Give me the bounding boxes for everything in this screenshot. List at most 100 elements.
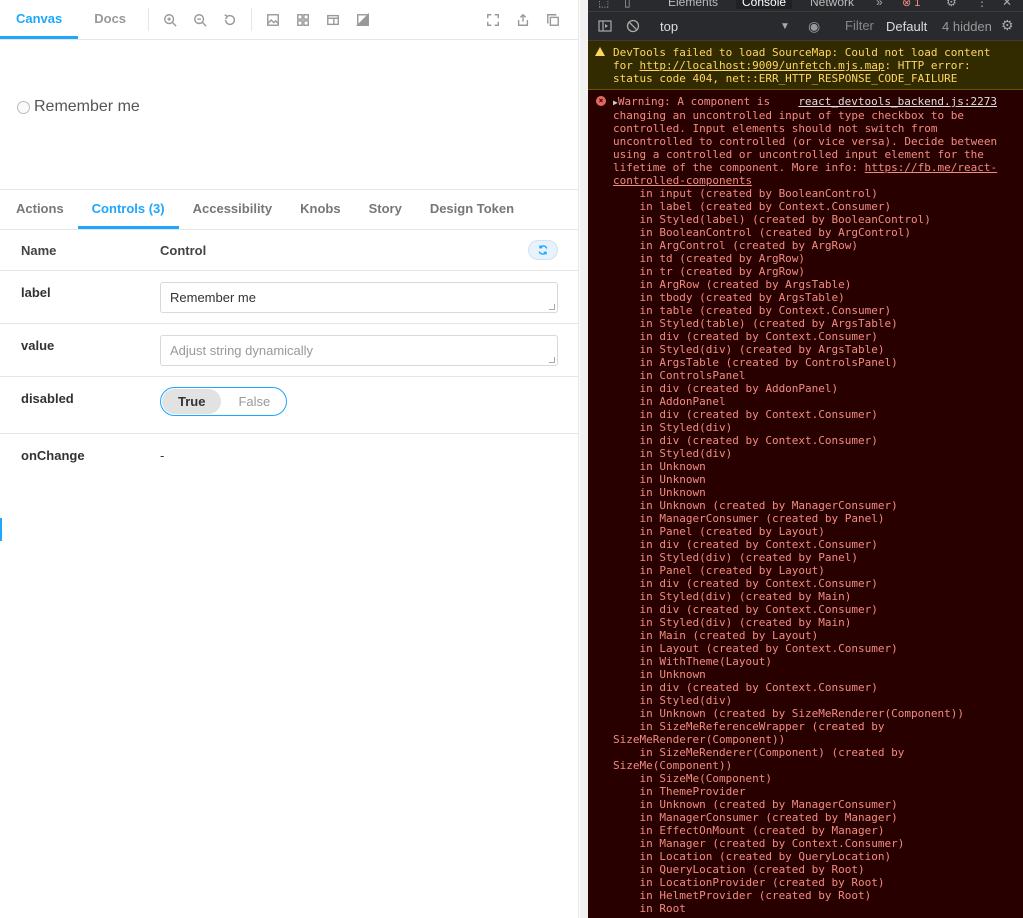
tab-canvas[interactable]: Canvas [0, 0, 79, 39]
error-source-link[interactable]: react_devtools_backend.js:2273 [798, 95, 997, 108]
arg-row-onchange: onChange - [0, 434, 578, 476]
tab-story[interactable]: Story [355, 190, 416, 229]
error-count-badge[interactable]: ⊗ 1 [902, 0, 920, 9]
panel-resizer[interactable] [580, 0, 588, 918]
stack-line: in td (created by ArgRow) [613, 252, 806, 265]
stack-line: in div (created by Context.Consumer) [613, 681, 878, 694]
warning-sourcemap-link[interactable]: http://localhost:9009/unfetch.mjs.map [640, 59, 885, 72]
tab-network[interactable]: Network [810, 0, 854, 9]
live-expression-eye-icon[interactable]: ◉ [808, 18, 820, 35]
error-icon: × [596, 96, 606, 106]
tab-console[interactable]: Console [736, 0, 793, 9]
disabled-boolean-toggle[interactable]: True False [160, 387, 288, 416]
tab-actions[interactable]: Actions [2, 190, 78, 229]
label-text-input[interactable]: Remember me [160, 282, 558, 313]
devtools-tabs: ⬚ ▯ Elements Console Network » ⊗ 1 ⚙ ⋮ ✕ [588, 0, 1023, 12]
grid-icon[interactable] [288, 0, 318, 39]
stack-line: in Styled(label) (created by BooleanCont… [613, 213, 931, 226]
error-line1: Warning: A component is [617, 95, 771, 108]
stack-line: in Styled(div) (created by Main) [613, 590, 852, 603]
context-selector[interactable]: top [660, 19, 678, 34]
close-icon[interactable]: ✕ [1002, 0, 1012, 9]
stack-line: in Layout (created by Context.Consumer) [613, 642, 898, 655]
stack-line: in ArgRow (created by ArgsTable) [613, 278, 852, 291]
stack-line: in Root [613, 902, 686, 915]
context-dropdown-icon[interactable]: ▼ [780, 21, 790, 32]
stack-line: in Unknown [613, 473, 706, 486]
error-message-body: changing an uncontrolled input of type c… [613, 109, 1015, 187]
devtools-panel: ⬚ ▯ Elements Console Network » ⊗ 1 ⚙ ⋮ ✕… [588, 0, 1023, 918]
resize-grip-icon[interactable] [549, 357, 555, 363]
clear-console-icon[interactable] [626, 19, 640, 33]
stack-line: in div (created by Context.Consumer) [613, 538, 878, 551]
toolbar-divider [148, 8, 150, 31]
tab-docs[interactable]: Docs [78, 0, 142, 39]
kebab-menu-icon[interactable]: ⋮ [976, 0, 988, 9]
toolbar-right [478, 0, 568, 40]
tab-design-token[interactable]: Design Token [416, 190, 528, 229]
stack-line: in Unknown (created by ManagerConsumer) [613, 798, 898, 811]
stack-line: in Unknown (created by ManagerConsumer) [613, 499, 898, 512]
stack-line: in tbody (created by ArgsTable) [613, 291, 845, 304]
react-docs-link-cont[interactable]: controlled-components [613, 174, 752, 187]
toggle-option-true[interactable]: True [162, 389, 222, 414]
remember-me-checkbox[interactable] [17, 100, 30, 114]
settings-icon[interactable]: ⚙ [946, 0, 957, 9]
stack-line: in input (created by BooleanControl) [613, 187, 878, 200]
stack-line: in div (created by Context.Consumer) [613, 603, 878, 616]
console-error-message: × react_devtools_backend.js:2273 ▶Warnin… [588, 90, 1023, 918]
stack-line: in div (created by Context.Consumer) [613, 577, 878, 590]
arg-name: label [21, 285, 51, 300]
input-value: Remember me [170, 290, 256, 305]
value-text-input[interactable]: Adjust string dynamically [160, 335, 558, 366]
more-tabs-chevron[interactable]: » [876, 0, 883, 9]
stack-line: in ThemeProvider [613, 785, 746, 798]
console-warning-message: DevTools failed to load SourceMap: Could… [588, 41, 1023, 90]
tab-controls[interactable]: Controls (3) [77, 190, 179, 229]
tab-accessibility[interactable]: Accessibility [179, 190, 287, 229]
stack-line: in Panel (created by Layout) [613, 525, 825, 538]
zoom-out-icon[interactable] [185, 0, 215, 39]
viewport-icon[interactable] [318, 0, 348, 39]
hidden-messages-count: 4 hidden [942, 19, 992, 34]
log-levels-dropdown[interactable]: Default [886, 19, 927, 34]
story-preview: Remember me [0, 40, 578, 190]
stack-line: in ManagerConsumer (created by Panel) [613, 512, 885, 525]
zoom-in-icon[interactable] [155, 0, 185, 39]
console-filter-input[interactable]: Filter [841, 18, 881, 36]
arg-row-value: value Adjust string dynamically [0, 324, 578, 377]
tab-elements[interactable]: Elements [668, 0, 718, 9]
resize-grip-icon[interactable] [549, 304, 555, 310]
tab-knobs[interactable]: Knobs [286, 190, 354, 229]
stack-line: in LocationProvider (created by Root) [613, 876, 885, 889]
stack-line: in ControlsPanel [613, 369, 746, 382]
stack-line: in Styled(div) (created by Main) [613, 616, 852, 629]
inspect-icon[interactable]: ⬚ [598, 0, 609, 9]
refresh-icon [538, 245, 548, 255]
warning-icon [595, 47, 605, 56]
fullscreen-icon[interactable] [478, 0, 508, 40]
stack-line: in div (created by Context.Consumer) [613, 408, 878, 421]
console-settings-icon[interactable]: ⚙ [1001, 17, 1014, 34]
device-toolbar-icon[interactable]: ▯ [624, 0, 631, 9]
stack-line: in ArgControl (created by ArgRow) [613, 239, 859, 252]
sidebar-toggle-icon[interactable] [598, 19, 612, 33]
toolbar-divider [251, 8, 253, 31]
zoom-reset-icon[interactable] [215, 0, 245, 39]
stack-line: in Styled(div) (created by Panel) [613, 551, 859, 564]
copy-icon[interactable] [538, 0, 568, 40]
background-icon[interactable] [258, 0, 288, 39]
error-count: 1 [914, 0, 921, 9]
arg-row-disabled: disabled True False [0, 377, 578, 434]
args-table-header: Name Control [0, 230, 578, 271]
toggle-option-false[interactable]: False [222, 388, 286, 415]
reset-controls-button[interactable] [528, 240, 558, 260]
stack-line: in ArgsTable (created by ControlsPanel) [613, 356, 898, 369]
arg-name: disabled [21, 391, 74, 406]
contrast-icon[interactable] [348, 0, 378, 39]
remember-me-checkbox-row[interactable]: Remember me [17, 98, 140, 116]
react-docs-link[interactable]: https://fb.me/react- [865, 161, 997, 174]
share-icon[interactable] [508, 0, 538, 40]
stack-line: in tr (created by ArgRow) [613, 265, 806, 278]
stack-line: in Styled(div) [613, 421, 733, 434]
